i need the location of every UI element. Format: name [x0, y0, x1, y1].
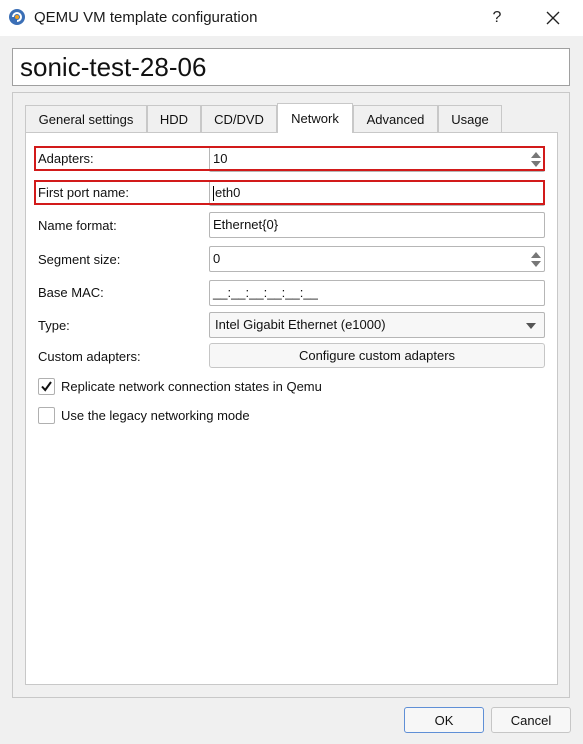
segment-size-value: 0	[213, 251, 221, 266]
first-port-name-value: eth0	[215, 185, 241, 200]
tab-network[interactable]: Network	[277, 103, 353, 133]
close-icon	[546, 11, 560, 25]
spin-down-icon[interactable]	[531, 160, 541, 167]
tab-advanced[interactable]: Advanced	[353, 105, 438, 132]
segment-size-spinbox[interactable]: 0	[209, 246, 545, 272]
custom-adapters-label: Custom adapters:	[38, 349, 141, 364]
spin-up-icon[interactable]	[531, 151, 541, 158]
replicate-states-label[interactable]: Replicate network connection states in Q…	[61, 379, 322, 394]
name-format-input[interactable]: Ethernet{0}	[209, 212, 545, 238]
type-value: Intel Gigabit Ethernet (e1000)	[215, 317, 386, 332]
type-label: Type:	[38, 318, 70, 333]
ok-button[interactable]: OK	[404, 707, 484, 733]
tab-general-settings[interactable]: General settings	[25, 105, 147, 132]
vm-name-field[interactable]: sonic-test-28-06	[12, 48, 570, 86]
first-port-name-input[interactable]: eth0	[209, 180, 545, 206]
checkmark-icon	[41, 381, 52, 392]
first-port-name-label: First port name:	[38, 185, 130, 200]
spin-up-icon[interactable]	[531, 251, 541, 258]
close-button[interactable]	[530, 0, 576, 36]
tab-usage[interactable]: Usage	[438, 105, 502, 132]
configure-custom-adapters-button[interactable]: Configure custom adapters	[209, 343, 545, 368]
text-cursor	[213, 186, 214, 202]
segment-size-spin-buttons[interactable]	[528, 247, 544, 271]
spin-down-icon[interactable]	[531, 260, 541, 267]
tab-hdd[interactable]: HDD	[147, 105, 201, 132]
tab-cd-dvd[interactable]: CD/DVD	[201, 105, 277, 132]
title-bar: QEMU VM template configuration ?	[0, 0, 583, 36]
base-mac-input[interactable]: __:__:__:__:__:__	[209, 280, 545, 306]
cancel-button[interactable]: Cancel	[491, 707, 571, 733]
type-select[interactable]: Intel Gigabit Ethernet (e1000)	[209, 312, 545, 338]
replicate-states-checkbox[interactable]	[38, 378, 55, 395]
help-button[interactable]: ?	[474, 0, 520, 36]
adapters-value: 10	[213, 151, 228, 166]
adapters-label: Adapters:	[38, 151, 94, 166]
adapters-spin-buttons[interactable]	[528, 147, 544, 171]
window-title: QEMU VM template configuration	[34, 9, 258, 26]
legacy-networking-checkbox[interactable]	[38, 407, 55, 424]
segment-size-label: Segment size:	[38, 252, 121, 267]
qemu-app-icon	[8, 8, 26, 26]
name-format-label: Name format:	[38, 218, 117, 233]
base-mac-label: Base MAC:	[38, 285, 104, 300]
adapters-spinbox[interactable]: 10	[209, 146, 545, 172]
dropdown-arrow-icon	[526, 323, 536, 329]
legacy-networking-label[interactable]: Use the legacy networking mode	[61, 408, 250, 423]
